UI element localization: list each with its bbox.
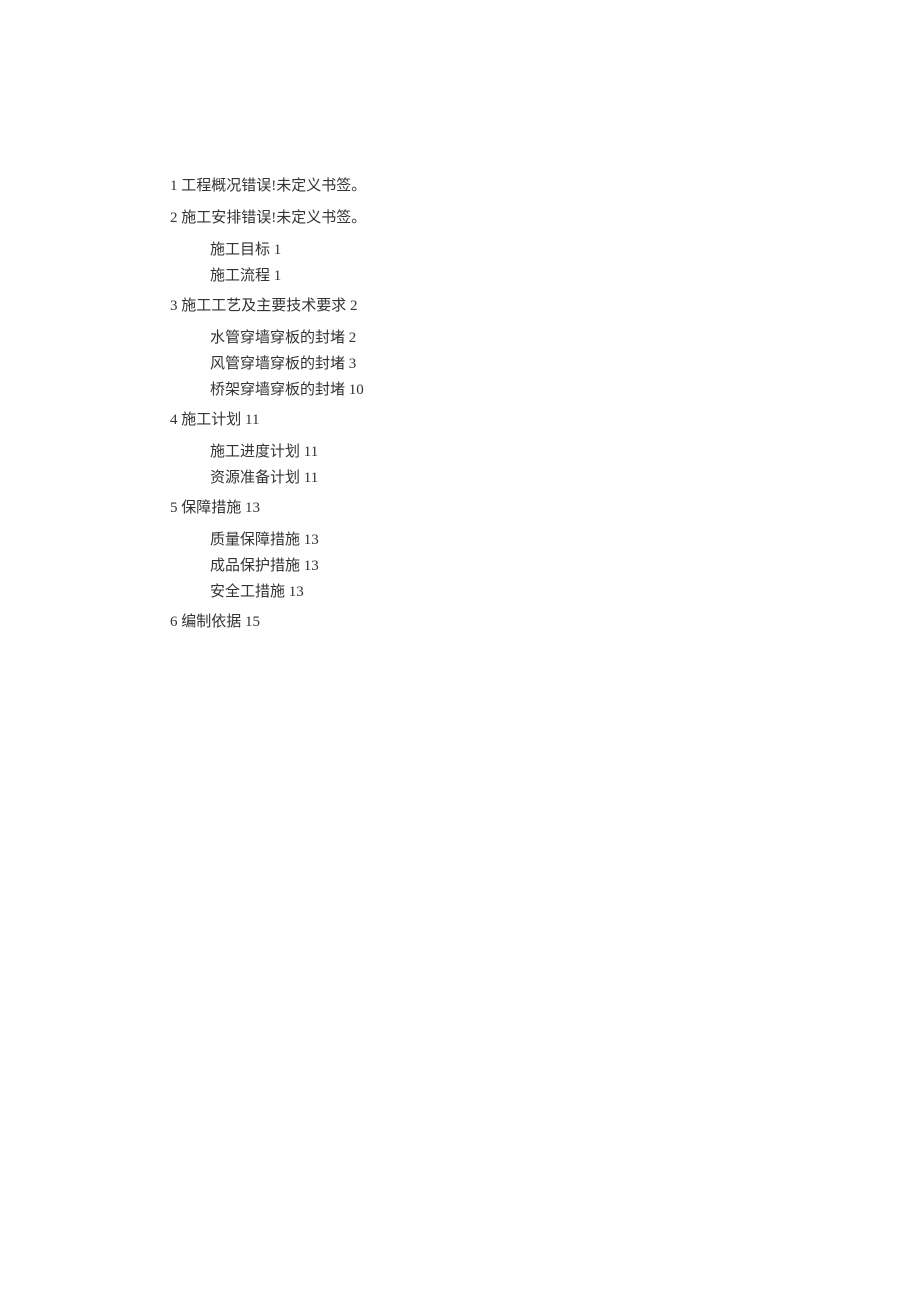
- toc-section-2: 2 施工安排错误!未定义书签。 施工目标 1 施工流程 1: [170, 206, 750, 288]
- toc-section-1: 1 工程概况错误!未定义书签。: [170, 174, 750, 198]
- toc-section-6: 6 编制依据 15: [170, 610, 750, 634]
- toc-item: 质量保障措施 13: [170, 528, 750, 552]
- toc-item: 水管穿墙穿板的封堵 2: [170, 326, 750, 350]
- toc-section-5: 5 保障措施 13 质量保障措施 13 成品保护措施 13 安全工措施 13: [170, 496, 750, 604]
- toc-heading: 1 工程概况错误!未定义书签。: [170, 174, 750, 198]
- toc-item: 成品保护措施 13: [170, 554, 750, 578]
- toc-heading: 6 编制依据 15: [170, 610, 750, 634]
- toc-item: 桥架穿墙穿板的封堵 10: [170, 378, 750, 402]
- toc-item: 资源准备计划 11: [170, 466, 750, 490]
- toc-item: 安全工措施 13: [170, 580, 750, 604]
- toc-item: 施工进度计划 11: [170, 440, 750, 464]
- toc-section-4: 4 施工计划 11 施工进度计划 11 资源准备计划 11: [170, 408, 750, 490]
- toc-heading: 4 施工计划 11: [170, 408, 750, 432]
- toc-item: 风管穿墙穿板的封堵 3: [170, 352, 750, 376]
- toc-heading: 3 施工工艺及主要技术要求 2: [170, 294, 750, 318]
- toc-item: 施工目标 1: [170, 238, 750, 262]
- toc-heading: 2 施工安排错误!未定义书签。: [170, 206, 750, 230]
- toc-section-3: 3 施工工艺及主要技术要求 2 水管穿墙穿板的封堵 2 风管穿墙穿板的封堵 3 …: [170, 294, 750, 402]
- table-of-contents: 1 工程概况错误!未定义书签。 2 施工安排错误!未定义书签。 施工目标 1 施…: [170, 174, 750, 634]
- toc-item: 施工流程 1: [170, 264, 750, 288]
- toc-heading: 5 保障措施 13: [170, 496, 750, 520]
